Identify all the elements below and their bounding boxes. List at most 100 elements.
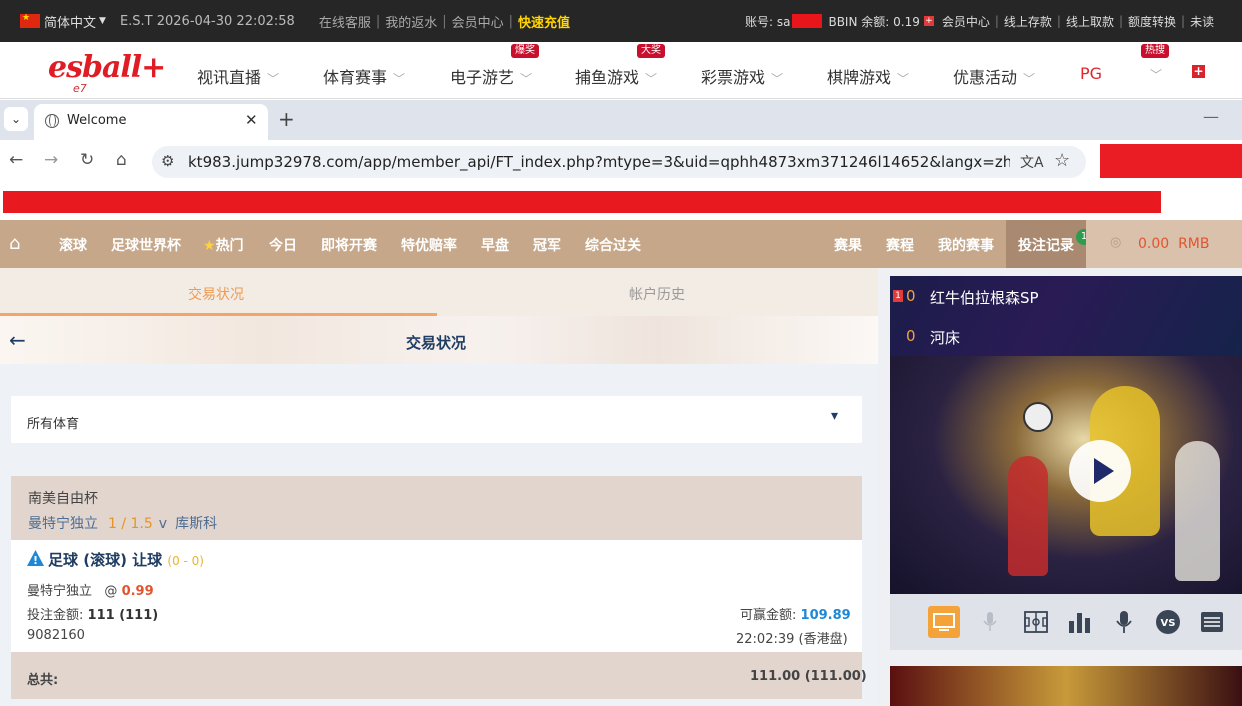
tab-title: Welcome [67, 113, 127, 128]
play-icon[interactable] [1069, 440, 1131, 502]
nav-slots[interactable]: 电子游艺 ﹀ [450, 64, 532, 88]
chevron-down-icon: ﹀ [1150, 68, 1163, 82]
chevron-down-icon: ﹀ [771, 72, 784, 86]
bookmark-star-icon[interactable]: ☆ [1054, 150, 1070, 171]
badge-big-prize: 大奖 [637, 44, 665, 58]
microphone-muted-icon[interactable] [977, 609, 1003, 635]
link-deposit[interactable]: 线上存款 [1004, 13, 1052, 30]
url-text[interactable]: kt983.jump32978.com/app/member_api/FT_in… [188, 153, 1010, 171]
selection-line: 曼特宁独立 @ 0.99 [27, 584, 154, 599]
chevron-down-icon: ﹀ [393, 72, 406, 86]
vs-icon[interactable]: VS [1155, 609, 1181, 635]
home-icon[interactable]: ⌂ [116, 150, 127, 170]
nav-card-games[interactable]: 棋牌游戏 ﹀ [827, 64, 909, 88]
eye-hidden-icon[interactable]: ◎ [1110, 235, 1121, 250]
bet-type: 足球 (滚球) 让球 (0 - 0) [48, 551, 204, 569]
microphone-icon[interactable] [1111, 609, 1137, 635]
tab-trade-status[interactable]: 交易状况 [188, 284, 244, 304]
nav-lottery[interactable]: 彩票游戏 ﹀ [701, 64, 783, 88]
sport-nav-today[interactable]: 今日 [269, 235, 297, 255]
balance-label: BBIN 余额: 0.19 [828, 14, 920, 29]
link-withdraw[interactable]: 线上取款 [1066, 13, 1114, 30]
language-select[interactable]: 简体中文 [44, 12, 96, 31]
sport-nav-upcoming[interactable]: 即将开赛 [321, 235, 377, 255]
warning-icon: ! [27, 550, 44, 566]
sport-nav-schedule[interactable]: 赛程 [886, 235, 914, 255]
subtab-bar [0, 268, 878, 316]
minimize-icon[interactable]: — [1203, 107, 1219, 126]
sport-nav-inplay[interactable]: 滚球 [59, 235, 87, 255]
sport-nav-parlay[interactable]: 综合过关 [585, 235, 641, 255]
back-icon[interactable]: ← [9, 150, 23, 170]
flame-icon: ★ [203, 238, 216, 254]
nav-pg[interactable]: PG ﹀ [1080, 64, 1162, 83]
reload-icon[interactable]: ↻ [80, 150, 94, 170]
link-unread[interactable]: 未读 [1190, 13, 1214, 30]
pitch-icon[interactable] [1023, 609, 1049, 635]
tab-account-history[interactable]: 帐户历史 [629, 284, 685, 304]
sport-filter-select[interactable]: 所有体育 ▾ [11, 396, 862, 443]
sport-nav-outright[interactable]: 冠军 [533, 235, 561, 255]
close-icon[interactable]: ✕ [245, 111, 258, 129]
logo-subtext: e7 [73, 82, 87, 95]
site-logo[interactable]: esball+ [48, 50, 166, 85]
link-member-center[interactable]: 会员中心 [452, 12, 504, 31]
translate-icon[interactable]: 文A [1020, 152, 1044, 172]
address-bar[interactable]: ⚙ kt983.jump32978.com/app/member_api/FT_… [152, 146, 1086, 178]
nav-sports[interactable]: 体育赛事 ﹀ [323, 64, 405, 88]
tab-search-dropdown[interactable]: ⌄ [4, 107, 28, 131]
to-win-line: 可赢金额: 109.89 [740, 608, 851, 623]
red-card-badge: 1 [893, 290, 903, 302]
total-value: 111.00 (111.00) [750, 669, 867, 684]
total-bar [11, 652, 862, 699]
badge-jackpot: 爆奖 [511, 44, 539, 58]
ticket-id: 9082160 [27, 628, 85, 643]
link-member[interactable]: 会员中心 [942, 13, 990, 30]
link-rebate[interactable]: 我的返水 [385, 12, 437, 31]
badge-trending: 热搜 [1141, 44, 1169, 58]
sport-nav-best-odds[interactable]: 特优赔率 [401, 235, 457, 255]
link-support[interactable]: 在线客服 [319, 12, 371, 31]
est-clock: E.S.T 2026-04-30 22:02:58 [119, 13, 295, 29]
chevron-down-icon: ▾ [831, 408, 839, 424]
refresh-balance-icon[interactable]: + [923, 16, 934, 26]
account-label: 账号: sa [745, 14, 791, 29]
promo-banner[interactable] [890, 666, 1242, 706]
tv-icon[interactable] [928, 606, 960, 638]
live-video-thumbnail[interactable] [890, 356, 1242, 594]
plus-icon[interactable]: + [1192, 65, 1205, 78]
filter-value: 所有体育 [27, 417, 80, 432]
nav-fishing[interactable]: 捕鱼游戏 ﹀ [575, 64, 657, 88]
sport-nav-world-cup[interactable]: 足球世界杯 [111, 235, 181, 255]
total-label: 总共: [27, 673, 59, 688]
caret-down-icon: ▼ [99, 16, 106, 26]
site-settings-icon[interactable]: ⚙ [161, 152, 174, 170]
sport-nav-results[interactable]: 赛果 [834, 235, 862, 255]
svg-text:VS: VS [1161, 618, 1176, 629]
quick-recharge-link[interactable]: 快速充值 [518, 12, 570, 31]
score-away: 0 [906, 327, 916, 345]
back-arrow-icon[interactable]: ← [9, 328, 26, 352]
forward-icon[interactable]: → [44, 150, 58, 170]
nav-live-video[interactable]: 视讯直播 ﹀ [197, 64, 279, 88]
redacted-block [792, 14, 823, 28]
scoreboard-icon[interactable] [1199, 609, 1225, 635]
chevron-down-icon: ﹀ [267, 72, 280, 86]
bet-time: 22:02:39 (香港盘) [736, 632, 848, 647]
sport-nav-my-events[interactable]: 我的赛事 [938, 235, 994, 255]
china-flag-icon [20, 13, 40, 28]
stats-icon[interactable] [1067, 609, 1093, 635]
tab-bet-history-label[interactable]: 投注记录 [1018, 235, 1074, 255]
sport-nav-early[interactable]: 早盘 [481, 235, 509, 255]
balance-value: 0.00 RMB [1138, 236, 1210, 252]
stake-line: 投注金额: 111 (111) [27, 608, 159, 623]
sport-nav-hot[interactable]: ★热门 [203, 235, 244, 255]
match-line: 曼特宁独立 1 / 1.5 v 库斯科 [28, 516, 218, 532]
globe-icon [45, 114, 59, 128]
home-icon[interactable]: ⌂ [9, 233, 20, 254]
new-tab-button[interactable]: + [278, 107, 295, 131]
link-transfer[interactable]: 额度转换 [1128, 13, 1176, 30]
svg-text:!: ! [33, 554, 38, 566]
browser-tab[interactable]: Welcome ✕ [34, 104, 268, 140]
nav-promotions[interactable]: 优惠活动 ﹀ [953, 64, 1035, 88]
